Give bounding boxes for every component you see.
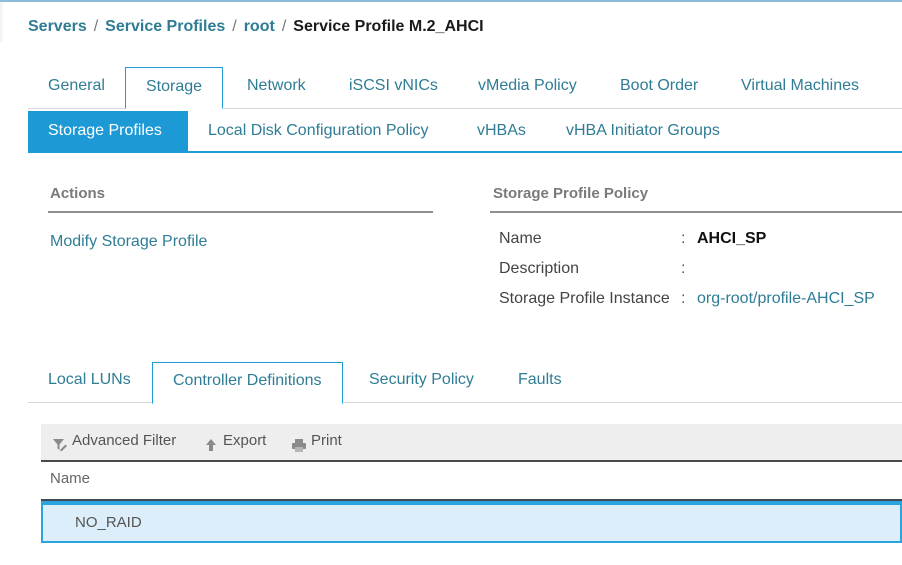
tab-general[interactable]: General bbox=[28, 67, 125, 107]
tab-vhbas[interactable]: vHBAs bbox=[457, 111, 546, 151]
policy-title: Storage Profile Policy bbox=[493, 185, 649, 202]
tab-boot-order[interactable]: Boot Order bbox=[600, 67, 718, 107]
tab-iscsi-vnics[interactable]: iSCSI vNICs bbox=[329, 67, 458, 107]
tab-storage-profiles[interactable]: Storage Profiles bbox=[28, 111, 188, 151]
table-cell-name: NO_RAID bbox=[75, 514, 142, 531]
export-button[interactable]: Export bbox=[203, 424, 266, 460]
breadcrumb-current: Service Profile M.2_AHCI bbox=[293, 18, 484, 35]
tab-faults[interactable]: Faults bbox=[498, 362, 582, 402]
tab-network[interactable]: Network bbox=[227, 67, 326, 107]
tab-local-luns[interactable]: Local LUNs bbox=[28, 362, 151, 402]
advanced-filter-button[interactable]: Advanced Filter bbox=[52, 424, 176, 460]
printer-icon bbox=[291, 432, 307, 453]
breadcrumb-root[interactable]: root bbox=[244, 18, 275, 35]
storage-profile-instance-link[interactable]: org-root/profile-AHCI_SP bbox=[697, 290, 875, 308]
primary-tab-bar: General Storage Network iSCSI vNICs vMed… bbox=[28, 67, 902, 109]
advanced-filter-label: Advanced Filter bbox=[72, 432, 177, 449]
breadcrumb-separator: / bbox=[281, 18, 287, 35]
table-toolbar: Advanced Filter Export Print bbox=[41, 424, 902, 462]
policy-field-description: Description : bbox=[499, 260, 685, 278]
breadcrumb-service-profiles[interactable]: Service Profiles bbox=[105, 18, 225, 35]
top-border bbox=[0, 0, 902, 2]
print-button[interactable]: Print bbox=[291, 424, 342, 460]
policy-field-instance: Storage Profile Instance : org-root/prof… bbox=[499, 290, 875, 308]
print-label: Print bbox=[311, 432, 342, 449]
breadcrumb-separator: / bbox=[232, 18, 237, 35]
field-label: Name bbox=[499, 230, 542, 247]
breadcrumb-servers[interactable]: Servers bbox=[28, 18, 87, 35]
tab-security-policy[interactable]: Security Policy bbox=[349, 362, 494, 402]
actions-title: Actions bbox=[50, 185, 106, 202]
tab-virtual-machines[interactable]: Virtual Machines bbox=[721, 67, 879, 107]
tab-vhba-initiator-groups[interactable]: vHBA Initiator Groups bbox=[546, 111, 740, 151]
secondary-tab-bar: Storage Profiles Local Disk Configuratio… bbox=[28, 111, 902, 153]
column-header-name[interactable]: Name bbox=[50, 470, 90, 487]
policy-divider bbox=[490, 211, 902, 213]
field-colon: : bbox=[681, 260, 686, 277]
filter-icon bbox=[52, 432, 68, 452]
lower-tab-bar: Local LUNs Controller Definitions Securi… bbox=[28, 362, 902, 404]
field-colon: : bbox=[681, 230, 686, 247]
export-label: Export bbox=[223, 432, 267, 449]
field-colon: : bbox=[681, 290, 686, 307]
field-value-name: AHCI_SP bbox=[697, 230, 767, 247]
field-label: Description bbox=[499, 260, 580, 277]
tab-storage[interactable]: Storage bbox=[125, 67, 224, 109]
tab-controller-definitions[interactable]: Controller Definitions bbox=[152, 362, 343, 404]
modify-storage-profile-link[interactable]: Modify Storage Profile bbox=[50, 233, 207, 251]
tab-local-disk-configuration-policy[interactable]: Local Disk Configuration Policy bbox=[188, 111, 449, 151]
actions-divider bbox=[48, 211, 433, 213]
left-shade bbox=[0, 2, 4, 42]
field-label: Storage Profile Instance bbox=[499, 290, 670, 307]
tab-vmedia-policy[interactable]: vMedia Policy bbox=[458, 67, 597, 107]
breadcrumb: Servers / Service Profiles / root / Service Pr… bbox=[28, 18, 484, 36]
arrow-up-icon bbox=[203, 432, 219, 452]
breadcrumb-separator: / bbox=[93, 18, 99, 35]
table-row[interactable]: NO_RAID bbox=[41, 501, 902, 543]
policy-field-name: Name : AHCI_SP bbox=[499, 230, 766, 248]
